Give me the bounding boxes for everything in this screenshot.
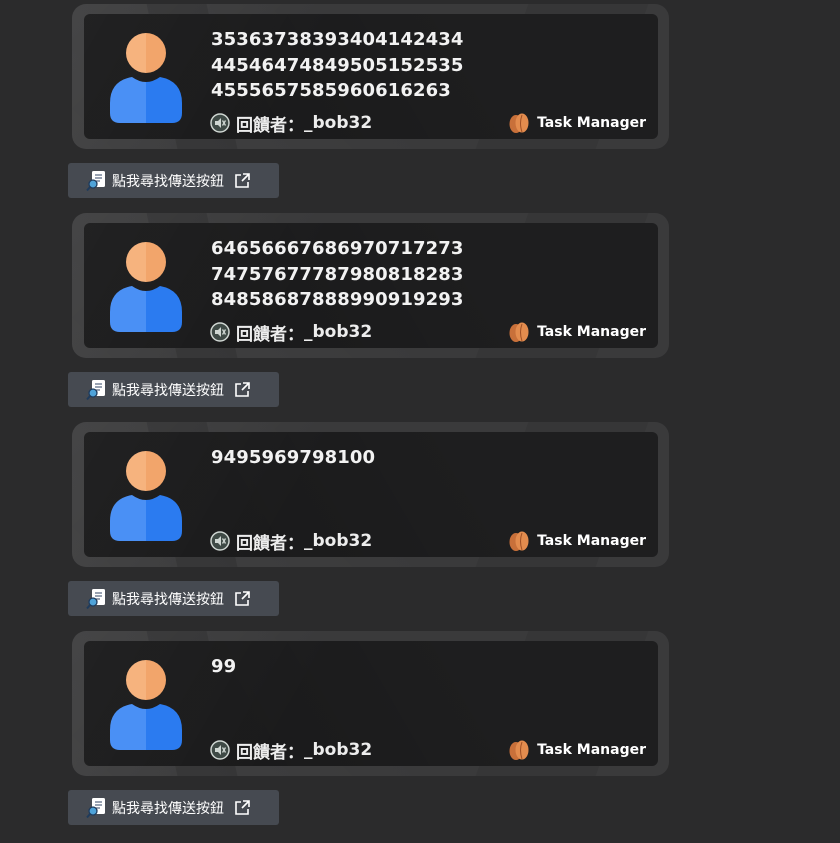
external-link-icon [235, 799, 250, 815]
message-line: 44546474849505152535 [211, 54, 464, 76]
document-search-icon [86, 379, 105, 400]
brand-name: Task Manager [537, 115, 646, 131]
muted-speaker-icon [210, 322, 230, 342]
username: _bob32 [304, 322, 373, 342]
find-send-button[interactable]: 點我尋找傳送按鈕 [68, 581, 279, 616]
username: _bob32 [304, 113, 373, 133]
reply-label: 回饋者： [236, 533, 304, 554]
almond-logo-icon [509, 531, 529, 551]
message-text: 99 [211, 654, 531, 680]
almond-logo-icon [509, 113, 529, 133]
card-body: 64656667686970717273 7475767778798081828… [84, 223, 658, 348]
card-body: 35363738393404142434 4454647484950515253… [84, 14, 658, 139]
reply-label: 回饋者： [236, 324, 304, 345]
message-line: 99 [211, 656, 237, 677]
brand-tag: Task Manager [507, 528, 646, 554]
reply-label: 回饋者： [236, 115, 304, 136]
username: _bob32 [304, 740, 373, 760]
message-line: 9495969798100 [211, 447, 376, 468]
username: _bob32 [304, 531, 373, 551]
message-line: 4555657585960616263 [211, 80, 451, 101]
message-text: 9495969798100 [211, 445, 531, 471]
card-body: 99 回饋者： _bob32 Task Manager [84, 641, 658, 766]
muted-speaker-icon [210, 740, 230, 760]
find-send-button-label: 點我尋找傳送按鈕 [112, 591, 224, 608]
user-avatar-icon [110, 33, 182, 123]
card-body: 9495969798100 回饋者： _bob32 Task Manager [84, 432, 658, 557]
message-card: 35363738393404142434 4454647484950515253… [72, 4, 669, 149]
external-link-icon [235, 172, 250, 188]
external-link-icon [235, 590, 250, 606]
message-card: 9495969798100 回饋者： _bob32 Task Manager [72, 422, 669, 567]
message-line: 64656667686970717273 [211, 238, 464, 259]
user-avatar-icon [110, 451, 182, 541]
reply-by-row: 回饋者： _bob32 [210, 738, 373, 763]
brand-tag: Task Manager [507, 319, 646, 345]
muted-speaker-icon [210, 531, 230, 551]
message-feed: 35363738393404142434 4454647484950515253… [0, 0, 840, 843]
document-search-icon [86, 170, 105, 191]
external-link-icon [235, 381, 250, 397]
find-send-button[interactable]: 點我尋找傳送按鈕 [68, 163, 279, 198]
message-line: 84858687888990919293 [211, 289, 464, 310]
brand-tag: Task Manager [507, 737, 646, 763]
find-send-button-label: 點我尋找傳送按鈕 [112, 800, 224, 817]
brand-name: Task Manager [537, 742, 646, 758]
message-line: 35363738393404142434 [211, 29, 464, 50]
message-card: 99 回饋者： _bob32 Task Manager [72, 631, 669, 776]
reply-label: 回饋者： [236, 742, 304, 763]
find-send-button-label: 點我尋找傳送按鈕 [112, 382, 224, 399]
reply-by-row: 回饋者： _bob32 [210, 111, 373, 136]
message-text: 35363738393404142434 4454647484950515253… [211, 27, 531, 104]
reply-by-row: 回饋者： _bob32 [210, 320, 373, 345]
message-line: 74757677787980818283 [211, 263, 464, 285]
almond-logo-icon [509, 322, 529, 342]
muted-speaker-icon [210, 113, 230, 133]
find-send-button-label: 點我尋找傳送按鈕 [112, 173, 224, 190]
user-avatar-icon [110, 660, 182, 750]
brand-name: Task Manager [537, 533, 646, 549]
find-send-button[interactable]: 點我尋找傳送按鈕 [68, 372, 279, 407]
brand-tag: Task Manager [507, 110, 646, 136]
find-send-button[interactable]: 點我尋找傳送按鈕 [68, 790, 279, 825]
user-avatar-icon [110, 242, 182, 332]
message-card: 64656667686970717273 7475767778798081828… [72, 213, 669, 358]
almond-logo-icon [509, 740, 529, 760]
document-search-icon [86, 797, 105, 818]
document-search-icon [86, 588, 105, 609]
message-text: 64656667686970717273 7475767778798081828… [211, 236, 531, 313]
brand-name: Task Manager [537, 324, 646, 340]
reply-by-row: 回饋者： _bob32 [210, 529, 373, 554]
